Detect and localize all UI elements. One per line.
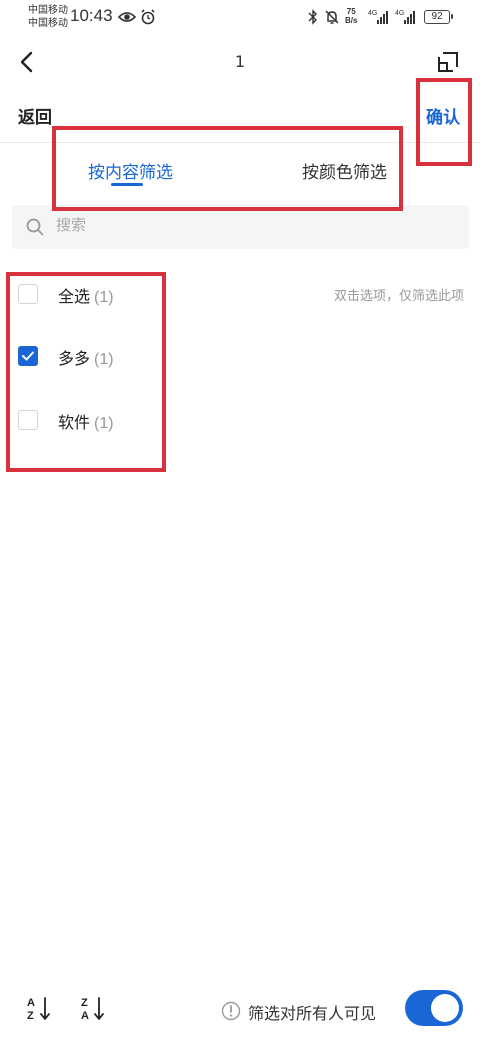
signal-icon-2: 4G bbox=[395, 8, 417, 30]
annotation-box-options bbox=[6, 272, 166, 472]
info-icon[interactable] bbox=[221, 1001, 241, 1021]
search-input[interactable] bbox=[56, 216, 436, 234]
svg-text:A: A bbox=[81, 1010, 89, 1022]
svg-text:4G: 4G bbox=[395, 10, 404, 17]
visibility-label: 筛选对所有人可见 bbox=[248, 1004, 377, 1023]
sort-ascending-icon[interactable]: A Z bbox=[26, 994, 52, 1024]
alarm-icon bbox=[140, 9, 156, 29]
status-bar: 中国移动 中国移动 10:43 75 B/s 4G 4G 92 bbox=[0, 0, 480, 36]
sort-descending-icon[interactable]: Z A bbox=[80, 994, 106, 1024]
svg-text:A: A bbox=[27, 997, 35, 1009]
status-time: 10:43 bbox=[70, 6, 113, 25]
eye-icon bbox=[117, 9, 137, 28]
bottom-bar: A Z Z A 筛选对所有人可见 bbox=[0, 980, 480, 1040]
carrier-label-1: 中国移动 bbox=[28, 5, 68, 16]
nav-bar: 1 bbox=[0, 36, 480, 88]
network-speed: 75 B/s bbox=[345, 7, 357, 25]
svg-text:Z: Z bbox=[27, 1010, 34, 1022]
svg-text:Z: Z bbox=[81, 997, 88, 1009]
page-title: 1 bbox=[234, 52, 246, 71]
network-speed-unit: B/s bbox=[345, 16, 358, 25]
search-icon bbox=[26, 218, 44, 236]
annotation-box-tabs bbox=[52, 126, 403, 211]
floating-window-icon[interactable] bbox=[434, 48, 462, 76]
visibility-toggle[interactable] bbox=[405, 990, 463, 1026]
double-click-hint: 双击选项，仅筛选此项 bbox=[333, 289, 464, 304]
network-speed-value: 75 bbox=[346, 7, 356, 16]
toggle-knob bbox=[431, 994, 459, 1022]
battery-icon: 92 bbox=[424, 10, 453, 24]
annotation-box-confirm bbox=[416, 78, 472, 166]
back-button[interactable]: 返回 bbox=[18, 103, 52, 128]
mute-icon bbox=[324, 9, 340, 29]
svg-text:4G: 4G bbox=[368, 10, 377, 17]
carrier-label-2: 中国移动 bbox=[28, 18, 68, 29]
battery-level: 92 bbox=[431, 11, 443, 22]
bluetooth-icon bbox=[308, 9, 318, 29]
search-bar[interactable] bbox=[12, 205, 469, 249]
signal-icon: 4G bbox=[368, 8, 390, 30]
